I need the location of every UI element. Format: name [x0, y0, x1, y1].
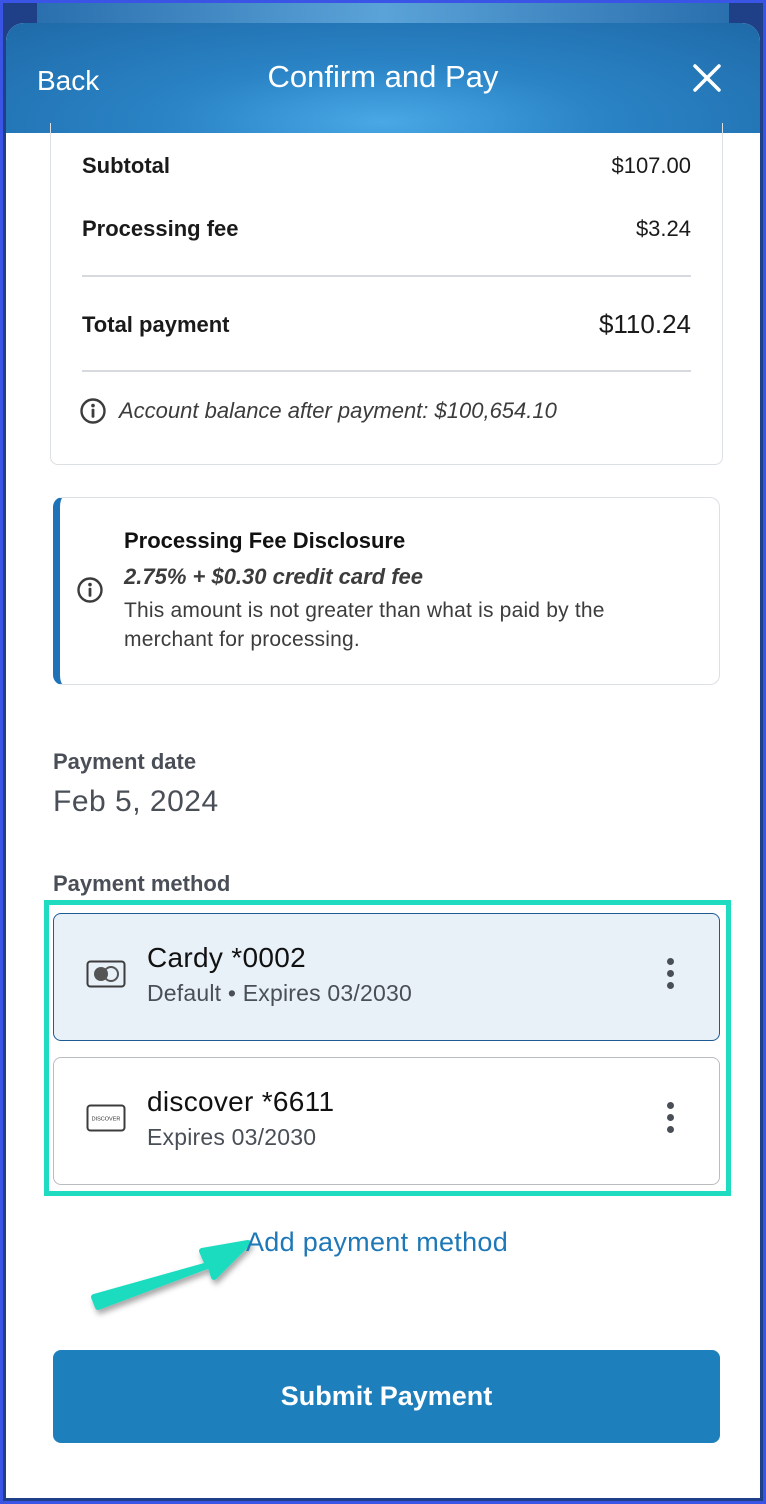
summary-divider	[82, 370, 691, 372]
card-name: discover *6611	[147, 1086, 335, 1117]
device-frame: Back Confirm and Pay Subtotal $107.00 Pr…	[0, 0, 766, 1504]
payment-method-label: Payment method	[53, 871, 231, 896]
processing-fee-row: Processing fee $3.24	[82, 216, 691, 242]
generic-card-icon	[86, 960, 126, 988]
payment-method-card[interactable]: DISCOVER discover *6611 Expires 03/2030	[53, 1057, 720, 1185]
close-icon[interactable]	[690, 61, 724, 95]
more-options-icon[interactable]	[665, 1102, 675, 1138]
annotation-arrow-icon	[91, 1240, 251, 1310]
more-options-icon[interactable]	[665, 958, 675, 994]
payment-method-card[interactable]: Cardy *0002 Default • Expires 03/2030	[53, 913, 720, 1041]
disclosure-title: Processing Fee Disclosure	[124, 528, 406, 553]
balance-text: Account balance after payment: $100,654.…	[119, 398, 557, 423]
total-payment-value: $110.24	[598, 309, 691, 339]
subtotal-row: Subtotal $107.00	[82, 153, 691, 179]
processing-fee-disclosure: Processing Fee Disclosure 2.75% + $0.30 …	[53, 497, 720, 685]
total-payment-row: Total payment $110.24	[82, 309, 691, 340]
payment-date-label: Payment date	[53, 749, 197, 774]
submit-payment-button[interactable]: Submit Payment	[53, 1350, 720, 1443]
disclosure-fee-rate: 2.75% + $0.30 credit card fee	[124, 564, 424, 589]
add-payment-method-link[interactable]: Add payment method	[246, 1227, 508, 1258]
card-subtitle: Expires 03/2030	[147, 1124, 317, 1150]
summary-divider	[82, 275, 691, 277]
card-subtitle: Default • Expires 03/2030	[147, 980, 412, 1006]
processing-fee-label: Processing fee	[82, 216, 239, 241]
total-payment-label: Total payment	[82, 311, 230, 337]
disclosure-body: This amount is not greater than what is …	[124, 599, 605, 651]
balance-after-payment: Account balance after payment: $100,654.…	[79, 397, 557, 425]
svg-text:DISCOVER: DISCOVER	[92, 1117, 121, 1123]
discover-card-icon: DISCOVER	[86, 1104, 126, 1132]
payment-date-value[interactable]: Feb 5, 2024	[53, 785, 219, 819]
subtotal-value: $107.00	[611, 153, 691, 178]
info-icon	[77, 577, 103, 603]
info-icon	[80, 398, 106, 424]
header: Back Confirm and Pay	[6, 23, 760, 133]
card-name: Cardy *0002	[147, 942, 306, 973]
processing-fee-value: $3.24	[635, 216, 691, 241]
payment-summary-card: Subtotal $107.00 Processing fee $3.24 To…	[50, 123, 723, 465]
confirm-and-pay-sheet: Back Confirm and Pay Subtotal $107.00 Pr…	[6, 23, 760, 1498]
subtotal-label: Subtotal	[82, 153, 170, 178]
page-title: Confirm and Pay	[267, 59, 499, 94]
